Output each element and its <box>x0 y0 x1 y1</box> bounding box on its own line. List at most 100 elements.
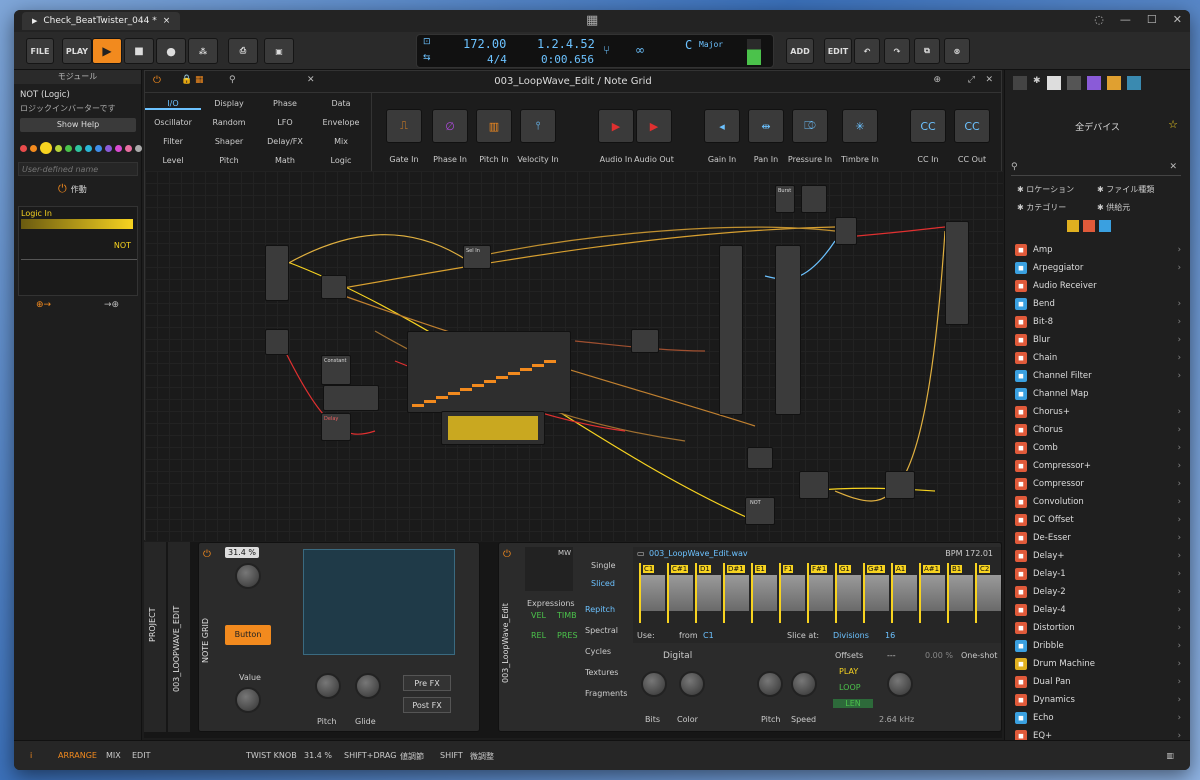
chevron-right-icon[interactable]: › <box>1178 605 1181 615</box>
module-audio-out-button[interactable]: ▶ <box>636 109 672 143</box>
tab-close-icon[interactable]: × <box>163 16 171 26</box>
info-icon[interactable]: i <box>30 751 32 760</box>
color-picker[interactable] <box>20 142 142 154</box>
slice-marker[interactable]: A#1 <box>919 563 945 623</box>
play-button[interactable]: ▶ <box>92 38 122 64</box>
color-dot[interactable] <box>125 144 132 152</box>
freq-knob[interactable] <box>887 671 913 697</box>
user-name-field[interactable] <box>18 162 138 176</box>
sample-hold-node[interactable] <box>631 329 659 353</box>
burst-node[interactable]: Burst <box>775 185 795 213</box>
device-item[interactable]: ◼ Arpeggiator › <box>1015 260 1181 276</box>
mode-repitch[interactable]: Repitch <box>585 605 615 614</box>
category-pitch[interactable]: Pitch <box>201 156 257 165</box>
tempo-value[interactable]: 172.00 <box>463 37 506 51</box>
burst-stack-node[interactable] <box>775 245 801 415</box>
undo-button[interactable]: ↶ <box>854 38 880 64</box>
module-pressure-in-button[interactable]: ⎄ <box>792 109 828 143</box>
user-tab-icon[interactable] <box>1106 76 1121 90</box>
device-item[interactable]: ◼ Delay-4 › <box>1015 602 1181 618</box>
record-button[interactable]: ● <box>156 38 186 64</box>
mix-tab[interactable]: MIX <box>106 751 121 760</box>
show-help-button[interactable]: Show Help <box>20 118 136 132</box>
chevron-right-icon[interactable]: › <box>1178 551 1181 561</box>
close-icon[interactable]: ✕ <box>1173 13 1182 26</box>
zoom-icon[interactable]: ⊕ <box>933 75 941 85</box>
chevron-right-icon[interactable]: › <box>1178 407 1181 417</box>
step-sequencer-node[interactable] <box>407 331 571 413</box>
power-icon[interactable]: ⏻ <box>503 549 511 560</box>
chevron-right-icon[interactable]: › <box>1178 263 1181 273</box>
single-option[interactable]: Single <box>591 561 616 570</box>
play-menu-button[interactable]: PLAY <box>62 38 92 64</box>
color-dot[interactable] <box>30 144 37 152</box>
filter-2[interactable]: ✱ カテゴリー <box>1017 202 1066 213</box>
view-button[interactable]: ▣ <box>264 38 294 64</box>
module-pitch-in-button[interactable]: ▥ <box>476 109 512 143</box>
note-fx-filter-icon[interactable] <box>1099 220 1111 232</box>
chevron-right-icon[interactable]: › <box>1178 641 1181 651</box>
waveform-preview[interactable]: MW <box>525 547 573 591</box>
module-audio-in-button[interactable]: ▶ <box>598 109 634 143</box>
not-node[interactable]: NOT <box>745 497 775 525</box>
filter-0[interactable]: ✱ ロケーション <box>1017 184 1074 195</box>
mode-textures[interactable]: Textures <box>585 668 618 677</box>
chevron-right-icon[interactable]: › <box>1178 425 1181 435</box>
envelope-node[interactable] <box>321 275 347 299</box>
device-item[interactable]: ◼ Dribble › <box>1015 638 1181 654</box>
sel-in-node[interactable]: Sel In <box>463 245 491 269</box>
fx-filter-icon[interactable] <box>1083 220 1095 232</box>
samples-tab-icon[interactable] <box>1066 76 1081 90</box>
color-dot[interactable] <box>20 144 27 152</box>
value-knob[interactable] <box>235 687 261 713</box>
category-lfo[interactable]: LFO <box>257 118 313 127</box>
chevron-right-icon[interactable]: › <box>1178 371 1181 381</box>
module-gain-in-button[interactable]: ◂ <box>704 109 740 143</box>
category-data[interactable]: Data <box>313 99 369 108</box>
track-strip[interactable]: 003_LOOPWAVE_EDIT <box>168 542 190 732</box>
slice-marker[interactable]: G1 <box>835 563 861 623</box>
mode-cycles[interactable]: Cycles <box>585 647 611 656</box>
slice-marker[interactable]: F1 <box>779 563 805 623</box>
category-delay-fx[interactable]: Delay/FX <box>257 137 313 146</box>
output-node[interactable] <box>945 221 969 325</box>
color-dot[interactable] <box>95 144 102 152</box>
device-item[interactable]: ◼ Channel Map <box>1015 386 1167 402</box>
color-dot[interactable] <box>40 142 52 154</box>
chevron-right-icon[interactable]: › <box>1178 335 1181 345</box>
from-note[interactable]: C1 <box>703 631 714 640</box>
chevron-right-icon[interactable]: › <box>1178 317 1181 327</box>
device-item[interactable]: ◼ Dynamics › <box>1015 692 1181 708</box>
slice-marker[interactable]: E1 <box>751 563 777 623</box>
chevron-right-icon[interactable]: › <box>1178 461 1181 471</box>
sel-in-node-3[interactable] <box>799 471 829 499</box>
category-filter[interactable]: Filter <box>145 137 201 146</box>
slice-marker[interactable]: C2 <box>975 563 1001 623</box>
edit-button[interactable]: EDIT <box>824 38 852 64</box>
maximize-icon[interactable]: ☐ <box>1147 13 1157 26</box>
project-strip[interactable]: PROJECT <box>144 542 166 732</box>
grid-preview[interactable] <box>303 549 455 655</box>
chevron-right-icon[interactable]: › <box>1178 713 1181 723</box>
device-item[interactable]: ◼ Convolution › <box>1015 494 1181 510</box>
chevron-right-icon[interactable]: › <box>1178 677 1181 687</box>
arrows-icon[interactable]: ⇆ <box>423 53 431 63</box>
slice-marker[interactable]: C#1 <box>667 563 693 623</box>
color-dot[interactable] <box>85 144 92 152</box>
color-dot[interactable] <box>55 144 62 152</box>
timb-label[interactable]: TIMB <box>557 611 577 620</box>
constant-node[interactable]: Constant <box>321 355 351 385</box>
chevron-right-icon[interactable]: › <box>1178 731 1181 740</box>
slice-marker[interactable]: D#1 <box>723 563 749 623</box>
device-item[interactable]: ◼ Chorus › <box>1015 422 1181 438</box>
search-clear-icon[interactable]: ✕ <box>1169 162 1177 172</box>
burst-column-node[interactable] <box>719 245 743 415</box>
device-item[interactable]: ◼ Compressor › <box>1015 476 1181 492</box>
color-dot[interactable] <box>115 144 122 152</box>
category-mix[interactable]: Mix <box>313 137 369 146</box>
time-value[interactable]: 0:00.656 <box>541 53 594 66</box>
sliced-option[interactable]: Sliced <box>591 579 615 588</box>
mode-spectral[interactable]: Spectral <box>585 626 618 635</box>
pitch-knob-node[interactable] <box>265 329 289 355</box>
device-item[interactable]: ◼ Dual Pan › <box>1015 674 1181 690</box>
